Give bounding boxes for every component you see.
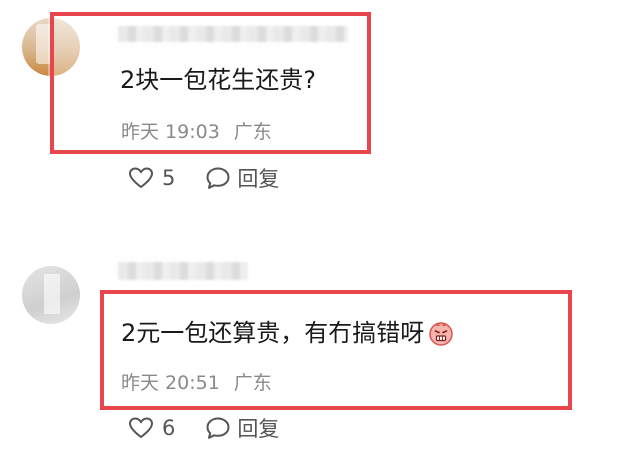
comment-text: 2块一包花生还贵? — [120, 66, 317, 94]
comment-text: 2元一包还算贵，有冇搞错呀 — [121, 313, 454, 348]
comment-thread: 2块一包花生还贵? 昨天 19:03 广东 5 回复 2元一包还算贵，有冇搞错呀 — [0, 0, 620, 454]
reply-button[interactable]: 回复 — [205, 413, 279, 443]
comment-meta: 昨天 19:03 广东 — [121, 117, 272, 144]
comment-text-content: 2元一包还算贵，有冇搞错呀 — [121, 319, 425, 347]
speech-bubble-icon — [206, 167, 230, 189]
heart-outline-icon — [128, 417, 154, 439]
comment-actions: 5 回复 — [128, 163, 279, 193]
reply-label: 回复 — [237, 167, 280, 191]
avatar[interactable] — [22, 266, 80, 324]
heart-outline-icon — [128, 167, 154, 189]
like-count: 6 — [162, 416, 176, 440]
angry-face-emoji — [429, 322, 454, 346]
username-blurred[interactable] — [118, 262, 248, 280]
like-button[interactable]: 6 — [128, 416, 175, 440]
like-button[interactable]: 5 — [128, 166, 175, 190]
comment-meta: 昨天 20:51 广东 — [121, 368, 272, 395]
reply-label: 回复 — [237, 417, 280, 441]
comment-time: 昨天 20:51 — [121, 372, 220, 394]
like-count: 5 — [162, 166, 176, 190]
comment-actions: 6 回复 — [128, 413, 279, 443]
comment-time: 昨天 19:03 — [121, 121, 220, 143]
reply-button[interactable]: 回复 — [205, 163, 279, 193]
comment-location: 广东 — [233, 121, 272, 143]
comment-location: 广东 — [233, 372, 272, 394]
speech-bubble-icon — [206, 417, 230, 439]
